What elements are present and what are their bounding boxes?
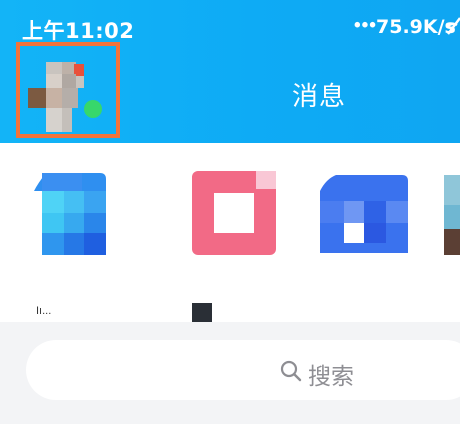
search-placeholder[interactable]: 搜索	[308, 357, 354, 391]
mini-app-4[interactable]	[444, 169, 460, 264]
header: 上午11:02 ••• 75.9K/s 消息	[0, 0, 460, 143]
mini-app-1-icon	[34, 173, 106, 255]
wifi-off-icon	[446, 17, 460, 35]
mini-app-1[interactable]: Iı...	[32, 169, 108, 317]
mini-app-2[interactable]	[190, 169, 278, 323]
mini-app-2-icon	[192, 171, 276, 255]
page-title: 消息	[292, 82, 347, 112]
mini-app-row: Iı...	[0, 143, 460, 323]
search-icon	[280, 360, 302, 382]
mini-app-2-label	[192, 303, 212, 323]
mini-app-3-icon	[320, 175, 408, 253]
search-bar[interactable]	[26, 340, 460, 400]
mini-app-4-icon	[444, 175, 460, 255]
mini-app-1-label: Iı...	[36, 305, 52, 317]
status-dots: •••	[354, 15, 377, 36]
status-time: 上午11:02	[22, 19, 135, 43]
network-speed: 75.9K/s	[376, 16, 456, 38]
online-status-dot	[84, 100, 102, 118]
avatar[interactable]	[28, 62, 90, 132]
mini-app-3[interactable]	[318, 169, 410, 264]
avatar-highlight[interactable]	[16, 42, 120, 138]
